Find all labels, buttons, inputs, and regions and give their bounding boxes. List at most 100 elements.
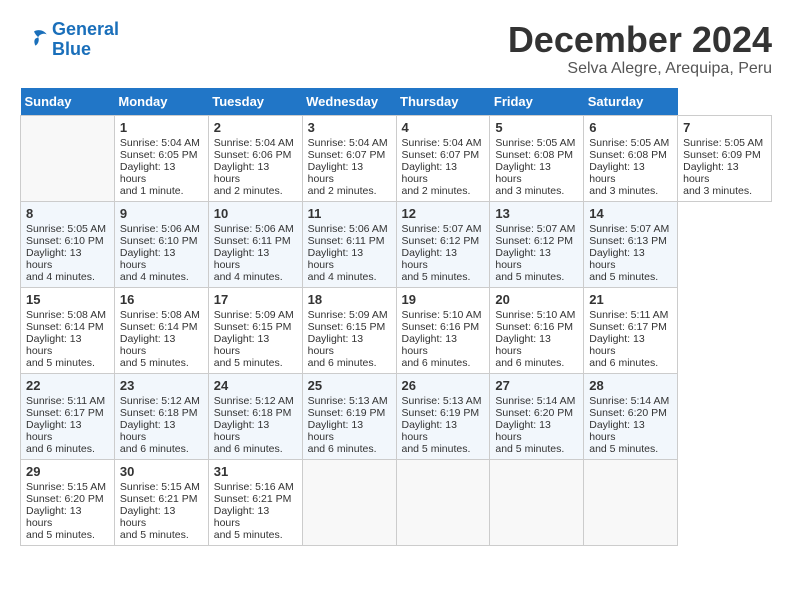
day-info-line: Daylight: 13 hours [308, 247, 391, 271]
day-info-line: Sunset: 6:12 PM [402, 235, 485, 247]
title-area: December 2024 Selva Alegre, Arequipa, Pe… [508, 20, 772, 78]
day-info-line: Sunrise: 5:16 AM [214, 481, 297, 493]
day-number: 11 [308, 206, 391, 221]
day-info-line: Sunrise: 5:09 AM [214, 309, 297, 321]
day-info-line: Sunset: 6:07 PM [402, 149, 485, 161]
day-info-line: Sunrise: 5:07 AM [589, 223, 672, 235]
calendar-cell: 20Sunrise: 5:10 AMSunset: 6:16 PMDayligh… [490, 287, 584, 373]
day-info-line: Daylight: 13 hours [120, 333, 203, 357]
calendar-cell: 6Sunrise: 5:05 AMSunset: 6:08 PMDaylight… [584, 115, 678, 201]
day-info-line: and 5 minutes. [495, 271, 578, 283]
day-info-line: and 6 minutes. [308, 443, 391, 455]
calendar-cell: 24Sunrise: 5:12 AMSunset: 6:18 PMDayligh… [208, 373, 302, 459]
calendar-cell: 22Sunrise: 5:11 AMSunset: 6:17 PMDayligh… [21, 373, 115, 459]
day-info-line: Sunrise: 5:08 AM [26, 309, 109, 321]
day-info-line: and 5 minutes. [26, 529, 109, 541]
calendar-cell: 23Sunrise: 5:12 AMSunset: 6:18 PMDayligh… [114, 373, 208, 459]
day-info-line: and 2 minutes. [214, 185, 297, 197]
day-info-line: Daylight: 13 hours [683, 161, 766, 185]
day-info-line: Sunrise: 5:05 AM [495, 137, 578, 149]
calendar-cell: 16 Sunrise: 5:08 AMSunset: 6:14 PMDayligh… [114, 287, 208, 373]
day-info-line: and 6 minutes. [120, 443, 203, 455]
calendar-cell: 13Sunrise: 5:07 AMSunset: 6:12 PMDayligh… [490, 201, 584, 287]
day-info-line: Daylight: 13 hours [214, 333, 297, 357]
day-info-line: Sunrise: 5:04 AM [120, 137, 203, 149]
calendar-cell: 11Sunrise: 5:06 AMSunset: 6:11 PMDayligh… [302, 201, 396, 287]
day-info-line: Sunset: 6:08 PM [589, 149, 672, 161]
day-info-line: Daylight: 13 hours [495, 247, 578, 271]
calendar-cell: 25Sunrise: 5:13 AMSunset: 6:19 PMDayligh… [302, 373, 396, 459]
day-info-line: Sunrise: 5:08 AM [120, 309, 203, 321]
calendar-cell: 7Sunrise: 5:05 AMSunset: 6:09 PMDaylight… [678, 115, 772, 201]
calendar-cell: 3Sunrise: 5:04 AMSunset: 6:07 PMDaylight… [302, 115, 396, 201]
day-number: 12 [402, 206, 485, 221]
day-number: 19 [402, 292, 485, 307]
day-info-line: Sunset: 6:21 PM [120, 493, 203, 505]
day-number: 25 [308, 378, 391, 393]
calendar-cell: 9Sunrise: 5:06 AMSunset: 6:10 PMDaylight… [114, 201, 208, 287]
day-info-line: Daylight: 13 hours [26, 247, 109, 271]
day-number: 31 [214, 464, 297, 479]
day-info-line: Sunrise: 5:09 AM [308, 309, 391, 321]
day-info-line: Daylight: 13 hours [495, 419, 578, 443]
calendar-cell [490, 459, 584, 545]
day-info-line: and 5 minutes. [214, 357, 297, 369]
day-info-line: Sunset: 6:12 PM [495, 235, 578, 247]
day-info-line: and 3 minutes. [683, 185, 766, 197]
day-info-line: and 6 minutes. [402, 357, 485, 369]
calendar-cell [584, 459, 678, 545]
calendar-cell: 26Sunrise: 5:13 AMSunset: 6:19 PMDayligh… [396, 373, 490, 459]
calendar-cell: 27Sunrise: 5:14 AMSunset: 6:20 PMDayligh… [490, 373, 584, 459]
calendar-cell: 1Sunrise: 5:04 AMSunset: 6:05 PMDaylight… [114, 115, 208, 201]
calendar-cell: 12Sunrise: 5:07 AMSunset: 6:12 PMDayligh… [396, 201, 490, 287]
day-info-line: Sunrise: 5:05 AM [683, 137, 766, 149]
calendar-cell [302, 459, 396, 545]
day-info-line: Sunrise: 5:10 AM [402, 309, 485, 321]
day-info-line: and 5 minutes. [589, 271, 672, 283]
day-header-wednesday: Wednesday [302, 88, 396, 116]
day-info-line: and 4 minutes. [26, 271, 109, 283]
calendar-cell: 21Sunrise: 5:11 AMSunset: 6:17 PMDayligh… [584, 287, 678, 373]
day-info-line: Sunrise: 5:04 AM [214, 137, 297, 149]
day-info-line: and 1 minute. [120, 185, 203, 197]
day-info-line: and 5 minutes. [589, 443, 672, 455]
calendar-body: 1Sunrise: 5:04 AMSunset: 6:05 PMDaylight… [21, 115, 772, 545]
day-info-line: and 4 minutes. [308, 271, 391, 283]
day-info-line: and 6 minutes. [308, 357, 391, 369]
day-info-line: and 5 minutes. [402, 443, 485, 455]
day-info-line: Sunset: 6:10 PM [26, 235, 109, 247]
day-info-line: Sunset: 6:05 PM [120, 149, 203, 161]
day-info-line: and 5 minutes. [120, 529, 203, 541]
day-info-line: Sunrise: 5:15 AM [120, 481, 203, 493]
calendar-cell: 10Sunrise: 5:06 AMSunset: 6:11 PMDayligh… [208, 201, 302, 287]
day-info-line: Daylight: 13 hours [120, 247, 203, 271]
day-info-line: Sunrise: 5:15 AM [26, 481, 109, 493]
day-number: 15 [26, 292, 109, 307]
day-number: 6 [589, 120, 672, 135]
day-info-line: Sunset: 6:15 PM [308, 321, 391, 333]
day-number: 27 [495, 378, 578, 393]
calendar-header-row: SundayMondayTuesdayWednesdayThursdayFrid… [21, 88, 772, 116]
logo: General Blue [20, 20, 119, 60]
day-number: 16 [120, 292, 203, 307]
header: General Blue December 2024 Selva Alegre,… [20, 20, 772, 78]
day-info-line: Sunset: 6:14 PM [120, 321, 203, 333]
calendar-cell: 8Sunrise: 5:05 AMSunset: 6:10 PMDaylight… [21, 201, 115, 287]
day-info-line: Sunset: 6:06 PM [214, 149, 297, 161]
day-info-line: Daylight: 13 hours [26, 333, 109, 357]
day-info-line: Sunrise: 5:13 AM [402, 395, 485, 407]
day-info-line: Daylight: 13 hours [589, 333, 672, 357]
day-info-line: Sunrise: 5:11 AM [589, 309, 672, 321]
day-header-tuesday: Tuesday [208, 88, 302, 116]
day-info-line: Daylight: 13 hours [120, 505, 203, 529]
day-number: 3 [308, 120, 391, 135]
day-info-line: Sunrise: 5:12 AM [214, 395, 297, 407]
day-number: 10 [214, 206, 297, 221]
day-number: 30 [120, 464, 203, 479]
day-number: 13 [495, 206, 578, 221]
calendar-week-row: 22Sunrise: 5:11 AMSunset: 6:17 PMDayligh… [21, 373, 772, 459]
day-info-line: Daylight: 13 hours [214, 247, 297, 271]
day-number: 4 [402, 120, 485, 135]
day-info-line: Daylight: 13 hours [308, 333, 391, 357]
day-info-line: and 5 minutes. [402, 271, 485, 283]
